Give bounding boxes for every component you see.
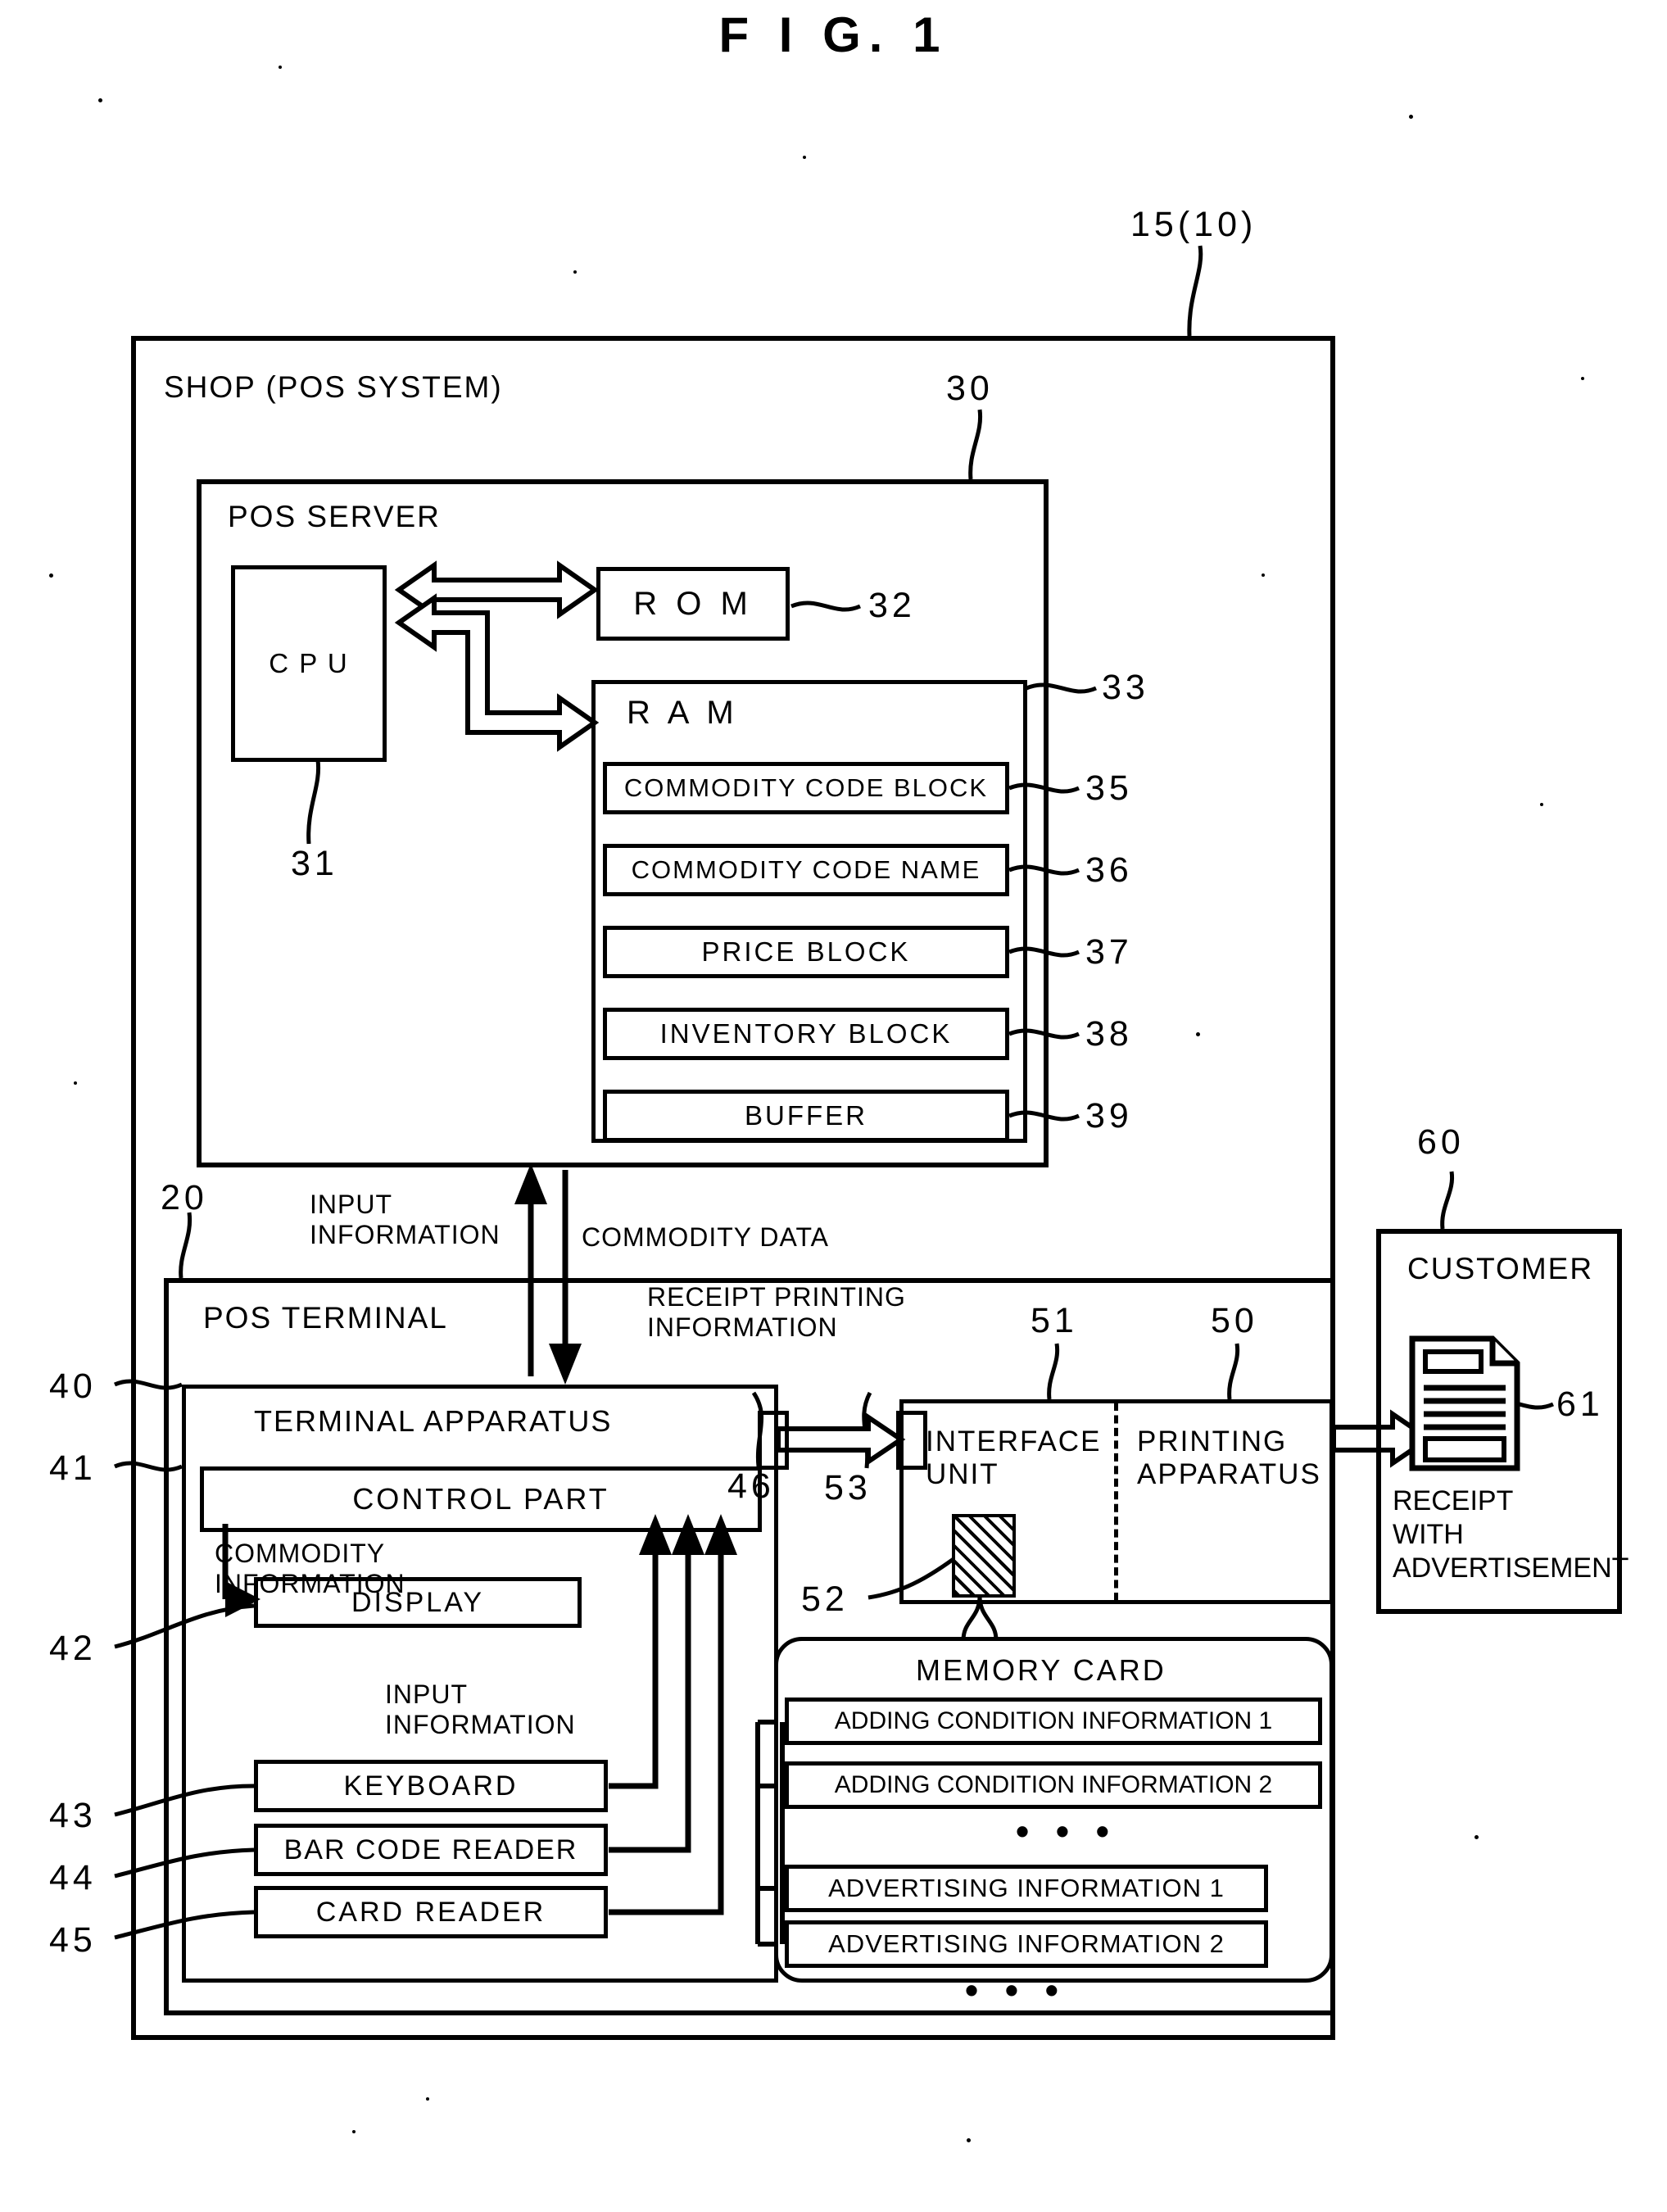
ref-pos-server: 30 xyxy=(946,369,994,408)
ref-pos-terminal: 20 xyxy=(161,1178,208,1217)
ram-block-price: PRICE BLOCK xyxy=(603,926,1009,978)
ram-block-label: INVENTORY BLOCK xyxy=(659,1018,953,1049)
ram-box xyxy=(591,680,1027,1143)
rom-label: R O M xyxy=(633,585,753,622)
display-box: DISPLAY xyxy=(254,1577,582,1628)
interface-unit-label: INTERFACE UNIT xyxy=(926,1426,1102,1491)
card-reader-label: CARD READER xyxy=(315,1896,546,1928)
ref-rom: 32 xyxy=(868,586,916,625)
control-part-label: CONTROL PART xyxy=(352,1482,609,1516)
flow-input-information-lower: INPUT INFORMATION xyxy=(385,1679,576,1739)
ref-commodity-code-block: 35 xyxy=(1085,768,1133,808)
display-label: DISPLAY xyxy=(351,1586,485,1618)
memory-card-ellipsis-top: • • • xyxy=(1016,1810,1117,1852)
ref-cpu: 31 xyxy=(291,844,338,883)
ref-ram: 33 xyxy=(1102,668,1149,707)
ref-terminal-apparatus: 40 xyxy=(49,1367,97,1406)
pos-terminal-label: POS TERMINAL xyxy=(203,1301,448,1335)
memory-card-ellipsis-bottom: • • • xyxy=(965,1969,1067,2011)
patent-figure-page: F I G. 1 SHOP (POS SYSTEM) 15(10) POS SE… xyxy=(0,0,1667,2212)
ram-block-label: PRICE BLOCK xyxy=(701,936,911,967)
figure-title: F I G. 1 xyxy=(718,7,949,62)
ref-printer-connector: 53 xyxy=(824,1468,872,1507)
pos-server-label: POS SERVER xyxy=(228,500,441,533)
bar-code-reader-box: BAR CODE READER xyxy=(254,1824,608,1876)
receipt-icon xyxy=(1409,1335,1520,1471)
ram-block-label: COMMODITY CODE BLOCK xyxy=(623,773,989,802)
keyboard-label: KEYBOARD xyxy=(343,1770,519,1802)
flow-commodity-data: COMMODITY DATA xyxy=(582,1222,829,1252)
ref-system: 15(10) xyxy=(1130,205,1257,244)
ref-card-reader: 45 xyxy=(49,1920,97,1960)
ref-display: 42 xyxy=(49,1629,97,1668)
customer-caption: RECEIPT WITH ADVERTISEMENT xyxy=(1393,1485,1629,1584)
ref-commodity-code-name: 36 xyxy=(1085,850,1133,890)
cpu-box: C P U xyxy=(231,565,387,762)
cpu-label: C P U xyxy=(269,648,349,678)
rom-box: R O M xyxy=(596,567,790,641)
keyboard-box: KEYBOARD xyxy=(254,1760,608,1812)
ref-control-part: 41 xyxy=(49,1448,97,1488)
terminal-apparatus-label: TERMINAL APPARATUS xyxy=(254,1404,613,1438)
memory-card-label: MEMORY CARD xyxy=(916,1653,1166,1687)
ref-price-block: 37 xyxy=(1085,932,1133,972)
ref-receipt: 61 xyxy=(1556,1385,1604,1424)
memory-card-item-label: ADVERTISING INFORMATION 1 xyxy=(828,1874,1225,1902)
ram-block-commodity-name: COMMODITY CODE NAME xyxy=(603,844,1009,896)
memory-card-item-adding-1: ADDING CONDITION INFORMATION 1 xyxy=(785,1698,1322,1745)
memory-card-slot-hatch xyxy=(952,1514,1016,1598)
memory-card-item-adding-2: ADDING CONDITION INFORMATION 2 xyxy=(785,1761,1322,1809)
card-reader-box: CARD READER xyxy=(254,1886,608,1938)
ram-block-buffer: BUFFER xyxy=(603,1090,1009,1142)
bar-code-reader-label: BAR CODE READER xyxy=(283,1834,578,1865)
ram-block-label: BUFFER xyxy=(745,1100,867,1131)
memory-card-item-advert-1: ADVERTISING INFORMATION 1 xyxy=(785,1865,1268,1912)
ram-block-commodity-code: COMMODITY CODE BLOCK xyxy=(603,762,1009,814)
control-part-box: CONTROL PART xyxy=(200,1466,762,1532)
ref-keyboard: 43 xyxy=(49,1796,97,1835)
flow-receipt-printing-information: RECEIPT PRINTING INFORMATION xyxy=(647,1282,906,1342)
ref-printing-apparatus: 50 xyxy=(1211,1301,1258,1340)
memory-card-item-label: ADDING CONDITION INFORMATION 2 xyxy=(834,1771,1273,1798)
shop-label: SHOP (POS SYSTEM) xyxy=(164,370,503,404)
printer-divider xyxy=(1114,1403,1118,1601)
terminal-connector-46 xyxy=(758,1411,789,1470)
memory-card-item-label: ADDING CONDITION INFORMATION 1 xyxy=(834,1707,1273,1734)
ref-customer: 60 xyxy=(1417,1122,1465,1162)
ref-memory-card-slot: 52 xyxy=(801,1580,849,1619)
memory-card-item-label: ADVERTISING INFORMATION 2 xyxy=(828,1929,1225,1958)
customer-label: CUSTOMER xyxy=(1407,1252,1594,1285)
flow-input-information-top: INPUT INFORMATION xyxy=(310,1190,501,1249)
ram-label: R A M xyxy=(627,695,739,731)
memory-card-item-advert-2: ADVERTISING INFORMATION 2 xyxy=(785,1920,1268,1968)
ram-block-label: COMMODITY CODE NAME xyxy=(631,855,981,884)
printing-apparatus-label: PRINTING APPARATUS xyxy=(1137,1426,1321,1491)
ram-block-inventory: INVENTORY BLOCK xyxy=(603,1008,1009,1060)
ref-inventory-block: 38 xyxy=(1085,1014,1133,1054)
ref-interface-unit: 51 xyxy=(1031,1301,1078,1340)
ref-buffer: 39 xyxy=(1085,1096,1133,1135)
ref-bar-code-reader: 44 xyxy=(49,1858,97,1897)
